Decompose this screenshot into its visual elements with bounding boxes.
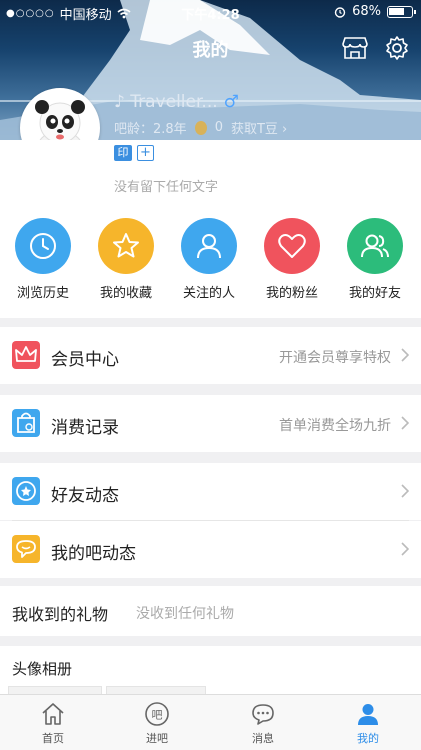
me-icon bbox=[358, 704, 378, 725]
svg-text:吧: 吧 bbox=[152, 709, 163, 722]
chevron-right-icon bbox=[401, 542, 409, 556]
row-hint: 开通会员尊享特权 bbox=[279, 350, 391, 366]
row-hint: 首单消费全场九折 bbox=[279, 418, 391, 434]
quick-fans[interactable]: 我的粉丝 bbox=[257, 218, 327, 301]
quick-label: 我的好友 bbox=[348, 286, 401, 301]
row-label: 好友动态 bbox=[51, 486, 119, 506]
tab-label: 首页 bbox=[42, 732, 64, 745]
user-meta: 吧龄：2.8年 0 获取T豆 › bbox=[114, 118, 287, 137]
gender-icon: ♂ bbox=[223, 92, 239, 112]
row-label: 我的吧动态 bbox=[51, 544, 136, 564]
avatar-album-section[interactable]: 头像相册 bbox=[0, 646, 421, 696]
message-icon bbox=[252, 704, 274, 725]
tab-label: 我的 bbox=[357, 732, 379, 745]
quick-following[interactable]: 关注的人 bbox=[174, 218, 244, 301]
add-badge-button[interactable]: + bbox=[137, 145, 154, 161]
gifts-label: 我收到的礼物 bbox=[12, 605, 109, 624]
friends-icon bbox=[347, 218, 403, 274]
home-icon bbox=[42, 703, 64, 725]
chat-bubble-icon bbox=[12, 535, 40, 563]
heart-icon bbox=[264, 218, 320, 274]
quick-favorites[interactable]: 我的收藏 bbox=[91, 218, 161, 301]
chevron-right-icon bbox=[401, 484, 409, 498]
quick-label: 我的粉丝 bbox=[265, 286, 318, 301]
shopping-bag-icon bbox=[12, 409, 40, 437]
clock-icon bbox=[15, 218, 71, 274]
battery-percent: 68% bbox=[352, 4, 381, 19]
store-icon[interactable] bbox=[342, 36, 368, 60]
age-label: 吧龄：2.8年 bbox=[114, 122, 187, 137]
quick-label: 我的收藏 bbox=[99, 286, 152, 301]
gifts-row[interactable]: 我收到的礼物 没收到任何礼物 bbox=[0, 586, 421, 636]
consume-record-row[interactable]: 消费记录 首单消费全场九折 bbox=[0, 395, 421, 452]
bean-icon bbox=[194, 120, 207, 135]
crown-icon bbox=[12, 341, 40, 369]
profile-panel: 印 + 没有留下任何文字 浏览历史 我的收藏 关注的人 我的粉丝 我的好友 bbox=[0, 140, 421, 318]
quick-actions: 浏览历史 我的收藏 关注的人 我的粉丝 我的好友 bbox=[0, 218, 421, 308]
battery-icon bbox=[387, 5, 416, 18]
bar-icon: 吧 bbox=[145, 702, 169, 726]
chevron-right-icon bbox=[401, 416, 409, 430]
username[interactable]: ♪ Traveller... ♂ bbox=[114, 92, 239, 112]
tab-label: 进吧 bbox=[146, 732, 168, 745]
vip-center-row[interactable]: 会员中心 开通会员尊享特权 bbox=[0, 327, 421, 384]
music-note-icon: ♪ bbox=[114, 92, 131, 112]
tab-me[interactable]: 我的 bbox=[333, 701, 403, 746]
quick-friends[interactable]: 我的好友 bbox=[340, 218, 410, 301]
signature-text[interactable]: 没有留下任何文字 bbox=[114, 176, 218, 195]
tab-bar: 首页 吧 进吧 消息 我的 bbox=[0, 694, 421, 750]
friend-feed-row[interactable]: 好友动态 bbox=[0, 463, 421, 520]
tab-label: 消息 bbox=[252, 732, 274, 745]
person-icon bbox=[181, 218, 237, 274]
tab-home[interactable]: 首页 bbox=[18, 701, 88, 746]
gear-icon[interactable] bbox=[384, 35, 410, 61]
star-icon bbox=[98, 218, 154, 274]
gifts-hint: 没收到任何礼物 bbox=[136, 606, 234, 622]
get-beans-link[interactable]: 获取T豆 › bbox=[231, 118, 287, 137]
album-label: 头像相册 bbox=[12, 660, 73, 678]
tab-messages[interactable]: 消息 bbox=[228, 701, 298, 746]
chevron-right-icon bbox=[401, 348, 409, 362]
bean-count: 0 bbox=[214, 120, 223, 135]
bar-feed-row[interactable]: 我的吧动态 bbox=[0, 521, 421, 578]
friend-feed-icon bbox=[12, 477, 40, 505]
quick-label: 关注的人 bbox=[182, 286, 235, 301]
badge-yin[interactable]: 印 bbox=[114, 145, 132, 161]
quick-label: 浏览历史 bbox=[16, 286, 69, 301]
tab-bar-enter[interactable]: 吧 进吧 bbox=[122, 701, 192, 746]
alarm-icon bbox=[334, 6, 346, 18]
quick-history[interactable]: 浏览历史 bbox=[8, 218, 78, 301]
status-bar: ●○○○○ 中国移动 下午4:28 68% bbox=[0, 0, 421, 24]
row-label: 消费记录 bbox=[51, 418, 119, 438]
row-label: 会员中心 bbox=[51, 350, 119, 370]
